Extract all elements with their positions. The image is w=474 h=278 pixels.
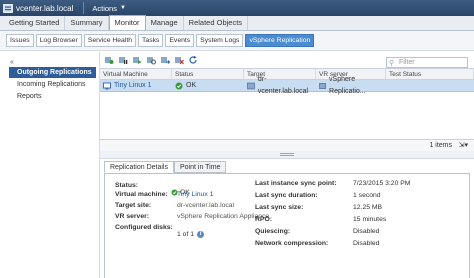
quiescing-value: Disabled [353, 228, 380, 235]
ok-status-icon [175, 82, 183, 89]
stop-replication-icon[interactable] [174, 55, 184, 65]
detail-status-row: Status: OK [115, 182, 190, 196]
compression-value: Disabled [353, 240, 380, 247]
sub-tab-bar: Issues Log Browser Service Health Tasks … [0, 31, 474, 51]
subtab-vsphere-replication[interactable]: vSphere Replication [245, 34, 315, 47]
sync-duration-value: 1 second [353, 192, 381, 199]
detail-vr-server-row: VR server: vSphere Replication Appliance [115, 213, 269, 220]
move-to-icon[interactable] [160, 55, 170, 65]
vr-server-icon [319, 82, 326, 89]
subtab-issues[interactable]: Issues [6, 34, 34, 47]
detail-label: RPO: [255, 216, 272, 223]
detail-label: Last sync duration: [255, 192, 318, 199]
detail-quiescing-row: Quiescing: Disabled [255, 228, 379, 235]
tab-getting-started[interactable]: Getting Started [4, 16, 66, 30]
detail-label: VR server: [115, 213, 150, 220]
rpo-value: 15 minutes [353, 216, 387, 223]
resume-replication-icon[interactable] [132, 55, 142, 65]
detail-label: Last sync size: [255, 204, 304, 211]
replication-details-panel: Status: OK Virtual machine: Tiny Linux 1… [104, 173, 470, 278]
sync-point-value: 7/23/2015 3:20 PM [353, 180, 411, 187]
disks-count: 1 of 1 [177, 231, 195, 238]
detail-rpo-row: RPO: 15 minutes [255, 216, 386, 223]
detail-label: Last instance sync point: [255, 180, 337, 187]
tab-point-in-time[interactable]: Point in Time [173, 161, 227, 173]
chevron-down-icon: ▼ [119, 5, 126, 11]
column-virtual-machine[interactable]: Virtual Machine [100, 69, 172, 79]
info-icon[interactable]: i [197, 231, 205, 238]
target-value: dr-vcenter.lab.local [177, 202, 235, 209]
nav-reports[interactable]: Reports [9, 91, 96, 102]
item-count: 1 items [429, 142, 452, 149]
target-text: dr-vcenter.lab.local [257, 75, 309, 95]
detail-label: Network compression: [255, 240, 329, 247]
subtab-log-browser[interactable]: Log Browser [35, 34, 82, 47]
tab-summary[interactable]: Summary [65, 16, 109, 30]
detail-label: Quiescing: [255, 228, 291, 235]
server-icon [247, 82, 255, 89]
sync-size-value: 12.25 MB [353, 204, 383, 211]
main-tab-bar: Getting Started Summary Monitor Manage R… [0, 15, 474, 31]
vm-name-link[interactable]: Tiny Linux 1 [114, 80, 151, 92]
detail-label: Configured disks: [115, 224, 173, 231]
title-bar: vcenter.lab.local Actions ▼ [0, 0, 474, 16]
pause-replication-icon[interactable] [118, 55, 128, 65]
detail-label: Status: [115, 182, 139, 189]
column-test-status[interactable]: Test Status [386, 69, 474, 79]
window-title: vcenter.lab.local [16, 3, 74, 13]
subtab-tasks[interactable]: Tasks [138, 34, 164, 47]
detail-sync-size-row: Last sync size: 12.25 MB [255, 204, 382, 211]
tab-related-objects[interactable]: Related Objects [184, 16, 249, 30]
splitter[interactable] [100, 151, 474, 159]
subtab-system-logs[interactable]: System Logs [196, 34, 244, 47]
cell-vm: Tiny Linux 1 [100, 80, 172, 91]
table-footer: 1 items ⇲▾ [100, 139, 474, 151]
filter-placeholder: Filter [399, 59, 415, 66]
left-nav: « Outgoing Replications Incoming Replica… [0, 52, 100, 278]
sync-now-icon[interactable] [104, 55, 114, 65]
collapse-icon[interactable]: « [10, 59, 14, 66]
detail-disks-row: Configured disks: 1 of 1 i [115, 224, 205, 238]
tab-manage[interactable]: Manage [146, 16, 184, 30]
actions-menu[interactable]: Actions ▼ [92, 4, 126, 13]
detail-sync-duration-row: Last sync duration: 1 second [255, 192, 381, 199]
detail-vm-row: Virtual machine: Tiny Linux 1 [115, 191, 213, 198]
table-row[interactable]: Tiny Linux 1 OK dr-vcenter.lab.local vSp… [100, 76, 474, 95]
vm-icon [103, 82, 111, 89]
refresh-icon[interactable] [188, 55, 198, 65]
subtab-events[interactable]: Events [165, 34, 195, 47]
detail-compression-row: Network compression: Disabled [255, 240, 379, 247]
tab-monitor[interactable]: Monitor [108, 15, 146, 30]
detail-label: Virtual machine: [115, 191, 168, 198]
actions-label: Actions [92, 3, 117, 13]
vr-server-text: vSphere Replicatio... [329, 75, 366, 95]
detail-target-row: Target site: dr-vcenter.lab.local [115, 202, 234, 209]
nav-outgoing-replications[interactable]: Outgoing Replications [9, 67, 96, 78]
cell-test-status [386, 80, 474, 91]
cell-target: dr-vcenter.lab.local [244, 76, 316, 95]
vm-link[interactable]: Tiny Linux 1 [177, 191, 213, 198]
detail-sync-point-row: Last instance sync point: 7/23/2015 3:20… [255, 180, 410, 187]
disks-value: 1 of 1 i [177, 231, 205, 238]
column-status[interactable]: Status [172, 69, 244, 79]
cell-vr-server: vSphere Replicatio... [316, 76, 386, 95]
search-icon: ⚲ [389, 60, 395, 67]
splitter-grip-icon [280, 153, 294, 156]
reconfigure-icon[interactable] [146, 55, 156, 65]
status-text: OK [186, 81, 197, 89]
cell-status: OK [172, 80, 244, 91]
tab-replication-details[interactable]: Replication Details [104, 161, 174, 173]
subtab-service-health[interactable]: Service Health [83, 34, 137, 47]
title-separator [83, 2, 85, 14]
export-icon[interactable]: ⇲▾ [459, 141, 468, 149]
nav-incoming-replications[interactable]: Incoming Replications [9, 79, 96, 90]
replications-table: Virtual Machine Status Target VR server … [100, 68, 474, 148]
detail-tab-bar: Replication Details Point in Time [104, 161, 227, 173]
filter-input[interactable]: ⚲ Filter [386, 57, 468, 68]
detail-label: Target site: [115, 202, 152, 209]
vcenter-icon [3, 3, 13, 13]
